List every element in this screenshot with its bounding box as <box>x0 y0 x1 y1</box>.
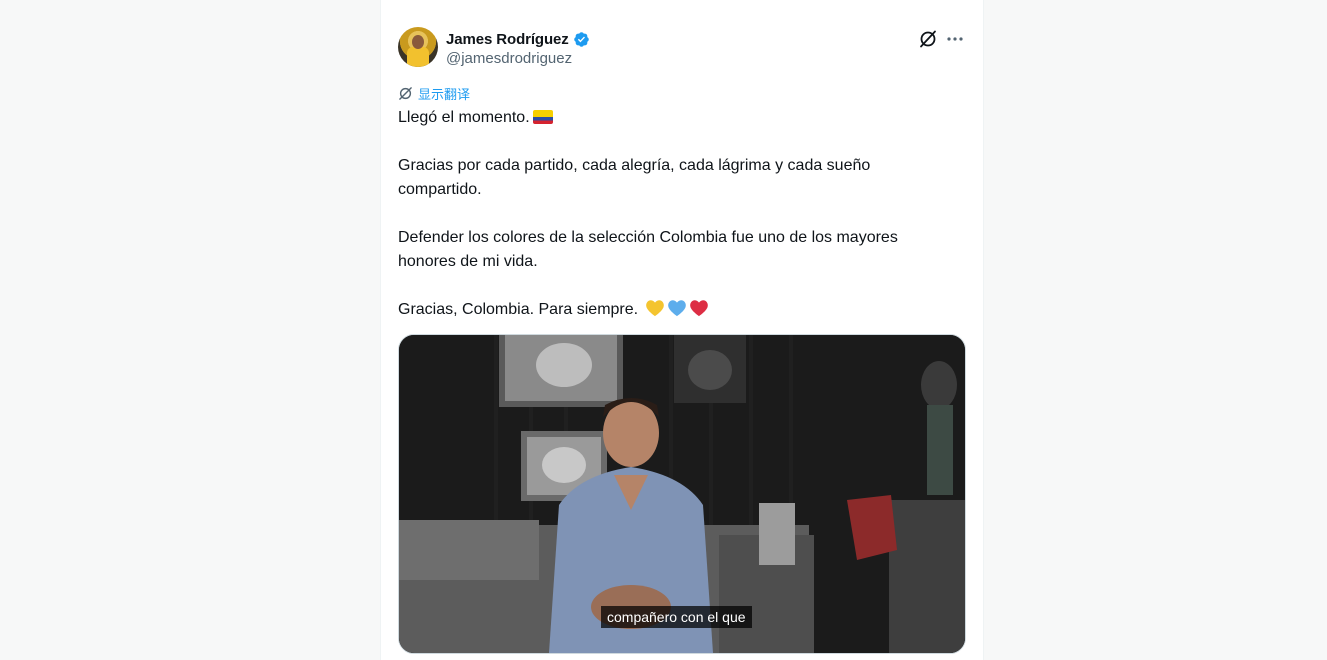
tweet-paragraph-text: Gracias, Colombia. Para siempre. <box>398 301 639 318</box>
tweet-paragraph: Llegó el momento. <box>398 106 958 130</box>
more-horizontal-icon[interactable] <box>945 29 965 49</box>
tweet-paragraph: Gracias por cada partido, cada alegría, … <box>398 154 958 202</box>
blue-heart-emoji <box>667 300 686 317</box>
video-player[interactable]: compañero con el que <box>398 334 966 654</box>
translate-icon <box>399 86 412 100</box>
grok-icon[interactable] <box>918 29 938 49</box>
yellow-heart-emoji <box>645 300 664 317</box>
tweet-card: James Rodríguez @jamesdrodriguez 显示翻译 Ll… <box>380 0 984 660</box>
author-name-row[interactable]: James Rodríguez <box>446 30 590 48</box>
author-display-name[interactable]: James Rodríguez <box>446 31 569 48</box>
red-heart-emoji <box>689 300 708 317</box>
avatar[interactable] <box>398 27 438 67</box>
avatar-jersey <box>407 47 429 67</box>
tweet-paragraph: Defender los colores de la selección Col… <box>398 226 958 274</box>
show-translation-label: 显示翻译 <box>418 87 471 103</box>
verified-badge-icon <box>573 31 589 47</box>
video-caption: compañero con el que <box>601 606 752 628</box>
tweet-paragraph-text: Llegó el momento. <box>398 109 530 126</box>
avatar-head <box>412 35 424 49</box>
tweet-paragraph-text: Defender los colores de la selección Col… <box>398 229 898 270</box>
author-handle[interactable]: @jamesdrodriguez <box>446 50 572 67</box>
flag-colombia-emoji <box>532 110 553 124</box>
show-translation-link[interactable]: 显示翻译 <box>398 84 471 103</box>
tweet-text: Llegó el momento. Gracias por cada parti… <box>398 106 958 346</box>
tweet-paragraph: Gracias, Colombia. Para siempre. <box>398 298 958 322</box>
tweet-paragraph-text: Gracias por cada partido, cada alegría, … <box>398 157 871 198</box>
